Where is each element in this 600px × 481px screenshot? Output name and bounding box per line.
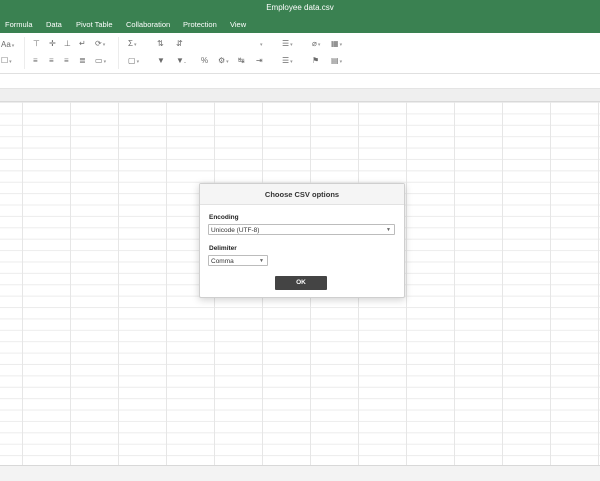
wrap-text-icon[interactable]: ↵: [79, 39, 86, 49]
align-bottom-icon[interactable]: ⊥: [64, 39, 71, 49]
align-top-icon[interactable]: ⊤: [33, 39, 40, 49]
cell-style-icon[interactable]: ▢▾: [128, 56, 139, 67]
menu-formula[interactable]: Formula: [5, 20, 33, 29]
encoding-select[interactable]: Unicode (UTF-8) ▼: [208, 224, 395, 235]
formula-bar[interactable]: [0, 74, 600, 89]
menu-bar: Formula Data Pivot Table Collaboration P…: [0, 16, 600, 33]
sheet-tab-bar: [0, 465, 600, 481]
clear-filter-icon[interactable]: ▼.: [176, 56, 186, 66]
sort-ascending-icon[interactable]: ⇅: [157, 39, 164, 49]
border-icon[interactable]: ☐▾: [1, 56, 12, 67]
align-middle-icon[interactable]: ✛: [49, 39, 56, 49]
chevron-down-icon: ▼: [259, 258, 264, 264]
align-left-icon[interactable]: ≡: [33, 56, 38, 66]
paint-format-icon[interactable]: ⚑: [312, 56, 319, 66]
dropdown-caret-icon[interactable]: ▾: [259, 39, 263, 50]
indent-icon[interactable]: ⇥: [256, 56, 263, 66]
decimal-icon[interactable]: ↹: [238, 56, 245, 66]
menu-collaboration[interactable]: Collaboration: [126, 20, 170, 29]
encoding-label: Encoding: [209, 214, 239, 221]
menu-pivot-table[interactable]: Pivot Table: [76, 20, 113, 29]
filter-icon[interactable]: ▼: [157, 56, 165, 66]
percent-icon[interactable]: %: [201, 56, 208, 66]
column-header-bar: [0, 89, 600, 102]
toolbar-separator: [118, 37, 119, 69]
merge-cells-icon[interactable]: ▭▾: [95, 56, 106, 67]
align-right-icon[interactable]: ≡: [64, 56, 69, 66]
chevron-down-icon: ▼: [386, 227, 391, 233]
csv-options-dialog: Choose CSV options Encoding Unicode (UTF…: [199, 183, 405, 298]
table-format-icon[interactable]: ▤▾: [331, 56, 342, 67]
delimiter-value: Comma: [211, 258, 234, 265]
ok-button[interactable]: OK: [275, 276, 327, 290]
autosum-icon[interactable]: Σ▾: [128, 39, 136, 50]
menu-view[interactable]: View: [230, 20, 246, 29]
toolbar-separator: [24, 37, 25, 69]
dialog-title: Choose CSV options: [200, 184, 404, 205]
font-size-icon[interactable]: Aa▾: [1, 40, 14, 51]
delimiter-select[interactable]: Comma ▼: [208, 255, 268, 266]
toolbar: Aa▾ ⊤ ✛ ⊥ ↵ ⟳▾ Σ▾ ⇅ ⇵ ▾ ☰▾ ⌀▾ ▦▾ ☐▾ ≡ ≡ …: [0, 33, 600, 74]
delete-rows-icon[interactable]: ☰▾: [282, 56, 293, 67]
menu-protection[interactable]: Protection: [183, 20, 217, 29]
justify-icon[interactable]: ≣: [79, 56, 86, 66]
sort-descending-icon[interactable]: ⇵: [176, 39, 183, 49]
conditional-format-icon[interactable]: ▦▾: [331, 39, 342, 50]
encoding-value: Unicode (UTF-8): [211, 227, 260, 234]
window-title: Employee data.csv: [0, 0, 600, 16]
menu-data[interactable]: Data: [46, 20, 62, 29]
text-rotate-icon[interactable]: ⟳▾: [95, 39, 105, 50]
insert-rows-icon[interactable]: ☰▾: [282, 39, 293, 50]
delimiter-label: Delimiter: [209, 245, 237, 252]
number-format-icon[interactable]: ⚙▾: [218, 56, 229, 67]
align-center-icon[interactable]: ≡: [49, 56, 54, 66]
clear-format-icon[interactable]: ⌀▾: [312, 39, 320, 50]
